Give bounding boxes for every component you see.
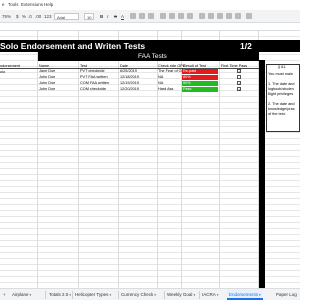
regulation-line: of the test. [268,112,286,116]
cell-result[interactable]: Re-paid [182,69,218,74]
tab-endorsements[interactable]: Endorsements▾ [227,289,263,300]
regulation-line: logbook/studen [268,87,294,91]
cell-date[interactable]: 12/19/2019 [120,81,139,86]
cell-test[interactable]: PVT FAA written [80,75,108,80]
bold-button[interactable]: B [100,14,103,19]
fill-color-icon[interactable] [130,13,136,19]
menu-help[interactable]: Help [44,2,53,7]
chart-icon[interactable] [217,13,223,19]
tab-weekly-goal[interactable]: Weekly Goal▾ [167,289,195,300]
cell-result[interactable]: 80% [182,75,218,80]
filter-icon[interactable] [226,13,232,19]
currency-button[interactable]: $ [16,14,19,19]
decrease-decimals-button[interactable]: .0 [28,14,32,19]
first-pass-checkbox[interactable]: ✓ [237,87,241,92]
left-column-cell: olo [0,70,6,74]
font-select[interactable]: Arial [54,13,79,20]
borders-icon[interactable] [139,13,145,19]
cell-check-ride[interactable]: NA [158,75,163,80]
tab-airplane[interactable]: Airplane▾ [12,289,31,300]
add-sheet-button[interactable]: + [3,289,6,300]
menu-extensions[interactable]: Extensions [21,2,43,7]
tab-currency-check[interactable]: Currency Check▾ [121,289,156,300]
cell-date[interactable]: 12/20/2019 [120,87,139,92]
number-format-button[interactable]: 123 [44,14,52,19]
menu-edit[interactable]: e [2,2,5,7]
column-divider [118,31,119,288]
sheet-title: Solo Endorsement and Writen Tests [0,41,146,51]
vertical-align-icon[interactable] [169,13,175,19]
separator-column [259,60,265,288]
italic-button[interactable]: I [107,14,108,19]
filter-views-icon[interactable] [235,13,241,19]
zoom-select[interactable]: 75% [2,14,11,19]
align-left-icon[interactable] [160,13,166,19]
cell-name[interactable]: Jane Doe [39,69,55,74]
text-color-button[interactable]: A [121,14,124,19]
tab-totals[interactable]: Totals 2.0▾ [49,289,71,300]
percent-button[interactable]: % [22,14,26,19]
toolbar: 75% $ % .0 .00 123 Arial 10 B I S A [0,10,300,23]
cell-test[interactable]: PVT checkride [80,69,105,74]
sheet-grid[interactable]: Solo Endorsement and Writen Tests 1/2 50… [0,31,300,288]
link-icon[interactable] [199,13,205,19]
font-size-select[interactable]: 10 [84,13,94,20]
functions-icon[interactable] [246,13,252,19]
tab-paper-log[interactable]: Paper Log [276,289,297,300]
cell-name[interactable]: John Doe [39,75,55,80]
faa-tests-header: FAA Tests [138,53,167,60]
cell-test[interactable]: COM FAA written [80,81,109,86]
regulation-line: You must main [268,72,293,76]
increase-decimals-button[interactable]: .00 [35,14,41,19]
tab-iacra[interactable]: IACRA▾ [202,289,219,300]
sheet-tabs-bar: + Airplane▾ Totals 2.0▾ Helicopter Types… [0,288,300,300]
progress-fraction: 1/2 [240,41,252,51]
cell-check-ride[interactable]: NA [158,81,163,86]
regulation-line: knowledge/prac [268,107,295,111]
cell-result[interactable]: Pass [182,87,218,92]
cell-result[interactable]: 90% [182,81,218,86]
comment-icon[interactable] [208,13,214,19]
merge-cells-icon[interactable] [148,13,154,19]
cell-name[interactable]: John Doe [39,81,55,86]
text-rotate-icon[interactable] [187,13,193,19]
tab-helicopter-types[interactable]: Helicopter Types▾ [75,289,111,300]
cell-check-ride[interactable]: Hard Ass [158,87,173,92]
text-wrap-icon[interactable] [178,13,184,19]
regulation-line: flight privileges [268,92,294,96]
regulation-line: 2. The date and [268,102,295,106]
first-pass-checkbox[interactable]: ✓ [237,69,241,74]
cell-name[interactable]: John Doe [39,87,55,92]
cell-test[interactable]: COM checkride [80,87,106,92]
first-pass-checkbox[interactable]: ✓ [237,81,241,86]
cell-date[interactable]: 6/25/2019 [120,69,137,74]
column-divider [78,31,79,288]
cell-date[interactable]: 12/18/2019 [120,75,139,80]
formula-bar[interactable] [0,23,300,31]
first-pass-checkbox[interactable] [237,75,241,79]
column-divider [219,31,220,288]
regulation-line: 1. The date and [268,82,295,86]
regulation-heading: § 61. [278,65,287,69]
menu-tools[interactable]: Tools [8,2,19,7]
column-divider [37,31,38,288]
menu-bar: e Tools Extensions Help [0,0,300,10]
strikethrough-button[interactable]: S [114,14,117,19]
